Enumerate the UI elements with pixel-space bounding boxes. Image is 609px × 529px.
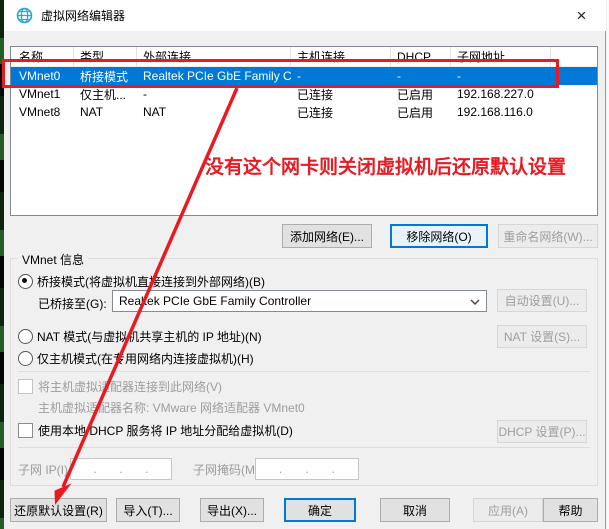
table-row-vmnet0[interactable]: VMnet0 桥接模式 Realtek PCIe GbE Family Co..… [11, 67, 597, 85]
subnet-mask-input: . . . [255, 458, 359, 480]
column-header-dhcp[interactable]: DHCP [391, 47, 451, 66]
table-row-vmnet1[interactable]: VMnet1 仅主机... - 已连接 已启用 192.168.227.0 [11, 85, 597, 103]
separator [18, 447, 590, 448]
window-title: 虚拟网络编辑器 [41, 7, 125, 24]
column-header-subnet[interactable]: 子网地址 [451, 47, 551, 66]
cell-name: VMnet8 [11, 103, 74, 121]
apply-button: 应用(A) [473, 498, 543, 522]
bridged-mode-label[interactable]: 桥接模式(将虚拟机直接连接到外部网络)(B) [37, 273, 265, 290]
cell-dhcp: - [391, 67, 451, 85]
rename-network-button: 重命名网络(W)... [498, 224, 598, 248]
column-header-type[interactable]: 类型 [74, 47, 137, 66]
virtual-network-editor-window: 虚拟网络编辑器 × 名称 类型 外部连接 主机连接 DHCP 子网地址 VMne… [0, 0, 609, 529]
nat-mode-radio[interactable] [18, 329, 33, 344]
bridged-mode-radio[interactable] [18, 274, 33, 289]
table-row-vmnet8[interactable]: VMnet8 NAT NAT 已连接 已启用 192.168.116.0 [11, 103, 597, 121]
close-icon[interactable]: × [559, 0, 604, 31]
host-adapter-name: 主机虚拟适配器名称: VMware 网络适配器 VMnet0 [38, 399, 305, 416]
cell-subnet: - [451, 67, 551, 85]
ip-dot: . [305, 462, 308, 476]
vmnet-info-label: VMnet 信息 [18, 251, 88, 268]
ip-dot: . [279, 462, 282, 476]
cell-name: VMnet1 [11, 85, 74, 103]
cell-external: NAT [137, 103, 291, 121]
ok-button[interactable]: 确定 [284, 498, 356, 522]
cell-type: 仅主机... [74, 85, 137, 103]
connect-host-adapter-checkbox [18, 379, 33, 394]
help-button[interactable]: 帮助 [543, 498, 598, 522]
cell-host: 已连接 [291, 103, 391, 121]
subnet-ip-label: 子网 IP(I): [18, 461, 71, 478]
chevron-down-icon [470, 294, 480, 308]
cell-external: - [137, 85, 291, 103]
ip-dot: . [145, 462, 148, 476]
column-header-external[interactable]: 外部连接 [137, 47, 291, 66]
add-network-button[interactable]: 添加网络(E)... [282, 224, 372, 248]
export-button[interactable]: 导出(X)... [200, 498, 264, 522]
column-header-name[interactable]: 名称 [11, 47, 74, 66]
nat-settings-button: NAT 设置(S)... [497, 325, 587, 348]
cancel-button[interactable]: 取消 [380, 498, 450, 522]
import-button[interactable]: 导入(T)... [116, 498, 180, 522]
subnet-ip-input: . . . [70, 458, 172, 480]
host-only-mode-radio[interactable] [18, 351, 33, 366]
titlebar: 虚拟网络编辑器 × [4, 0, 606, 31]
host-only-mode-label[interactable]: 仅主机模式(在专用网络内连接虚拟机)(H) [37, 350, 254, 367]
ip-dot: . [93, 462, 96, 476]
bridged-adapter-select[interactable]: Realtek PCIe GbE Family Controller [112, 290, 487, 312]
cell-type: NAT [74, 103, 137, 121]
cell-type: 桥接模式 [74, 67, 137, 85]
cell-host: 已连接 [291, 85, 391, 103]
column-header-filler [551, 47, 597, 66]
ip-dot: . [332, 462, 335, 476]
local-dhcp-checkbox[interactable] [18, 423, 33, 438]
cell-dhcp: 已启用 [391, 85, 451, 103]
table-header: 名称 类型 外部连接 主机连接 DHCP 子网地址 [11, 47, 597, 67]
local-dhcp-label[interactable]: 使用本地 DHCP 服务将 IP 地址分配给虚拟机(D) [38, 422, 293, 439]
ip-dot: . [119, 462, 122, 476]
column-header-host[interactable]: 主机连接 [291, 47, 391, 66]
separator [18, 371, 590, 372]
network-table: 名称 类型 外部连接 主机连接 DHCP 子网地址 VMnet0 桥接模式 Re… [10, 46, 598, 216]
connect-host-adapter-label: 将主机虚拟适配器连接到此网络(V) [38, 378, 222, 395]
restore-defaults-button[interactable]: 还原默认设置(R) [10, 498, 107, 522]
cell-host: - [291, 67, 391, 85]
subnet-mask-label: 子网掩码(M): [193, 461, 262, 478]
remove-network-button[interactable]: 移除网络(O) [390, 224, 488, 248]
cell-external: Realtek PCIe GbE Family Co... [137, 67, 291, 85]
dhcp-settings-button: DHCP 设置(P)... [497, 420, 587, 443]
globe-icon [15, 7, 33, 25]
auto-settings-button: 自动设置(U)... [497, 289, 587, 312]
cell-subnet: 192.168.116.0 [451, 103, 551, 121]
bridged-to-label: 已桥接至(G): [38, 295, 107, 312]
cell-name: VMnet0 [11, 67, 74, 85]
bridged-adapter-value: Realtek PCIe GbE Family Controller [119, 294, 470, 308]
cell-subnet: 192.168.227.0 [451, 85, 551, 103]
cell-dhcp: 已启用 [391, 103, 451, 121]
nat-mode-label[interactable]: NAT 模式(与虚拟机共享主机的 IP 地址)(N) [37, 328, 262, 345]
